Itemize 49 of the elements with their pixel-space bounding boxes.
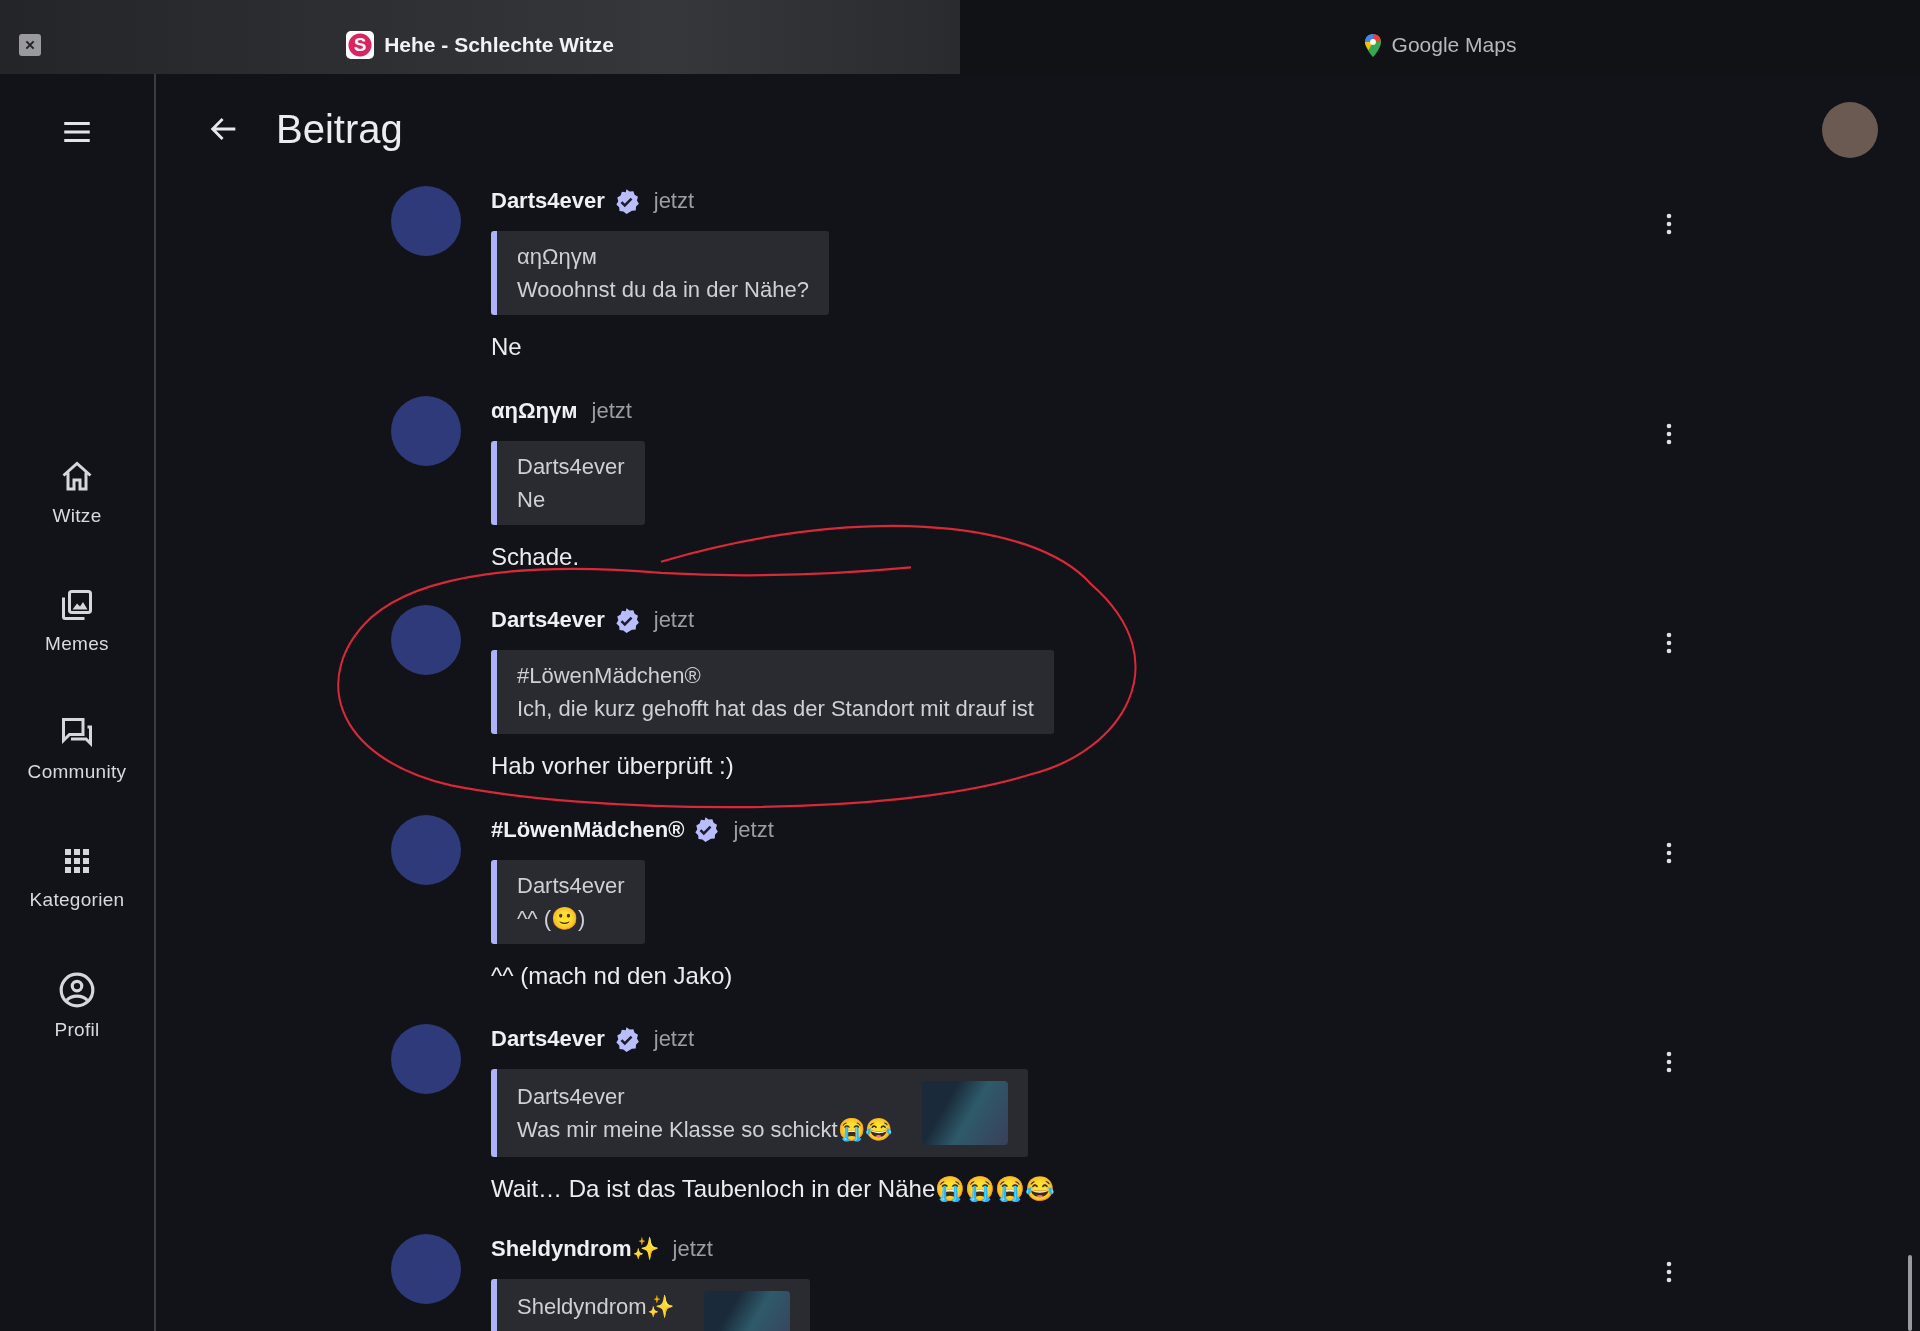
post-time: jetzt [733, 816, 774, 843]
post-time: jetzt [653, 607, 695, 633]
quote-author: αηΩηγм [517, 243, 598, 270]
quoted-message[interactable]: Darts4ever Was mir meine Klasse so schickt😭😂 [491, 1069, 1028, 1157]
profile-icon [58, 971, 96, 1009]
quote-author: #LöwenMädchen® [517, 662, 702, 689]
message-text: Hab vorher überprüft :) [491, 752, 735, 780]
user-avatar[interactable] [1822, 102, 1878, 158]
message-text: Ne [491, 333, 523, 361]
browser-tab[interactable]: Google Maps [960, 0, 1920, 74]
nav-item[interactable]: Profil [2, 971, 152, 1041]
nav-item[interactable]: Witze [2, 459, 152, 527]
message-text: Wait… Da ist das Taubenloch in der Nähe😭😭😭😂 [491, 1175, 1057, 1203]
close-icon[interactable] [19, 34, 41, 56]
author-name[interactable]: αηΩηγм [491, 397, 578, 424]
quote-text: ^^ (🙂) [517, 904, 587, 932]
quote-author: Sheldyndrom✨ [517, 1292, 674, 1320]
author-name[interactable]: Darts4ever [491, 607, 605, 633]
quote-author: Darts4ever [517, 871, 625, 899]
images-icon [59, 587, 95, 623]
author-name[interactable]: Darts4ever [491, 188, 605, 214]
quoted-message[interactable]: #LöwenMädchen® Ich, die kurz gehofft hat das der Standort mit drauf ist [491, 650, 1054, 734]
quote-text: Was mir meine Klasse so schickt😭😂 [517, 1116, 892, 1143]
post-time: jetzt [653, 188, 695, 214]
message-text: Schade. [491, 542, 581, 571]
post-time: jetzt [672, 1235, 713, 1262]
quote-text: Ich, die kurz gehofft hat das der Standort mit drauf ist [517, 695, 1034, 722]
nav-item[interactable]: Community [2, 715, 152, 783]
author-name[interactable]: Darts4ever [491, 1026, 605, 1052]
app-icon: S [346, 31, 375, 59]
scrollbar-thumb[interactable] [1908, 1255, 1912, 1331]
post-time: jetzt [653, 1026, 695, 1052]
author-name[interactable]: Sheldyndrom✨ [491, 1235, 659, 1262]
post-time: jetzt [591, 397, 632, 424]
browser-tab[interactable]: S Hehe - Schlechte Witze [0, 0, 960, 74]
quoted-message[interactable]: Darts4ever ^^ (🙂) [491, 859, 645, 944]
nav-item[interactable]: Kategorien [2, 843, 152, 911]
quote-author: Darts4ever [517, 452, 625, 480]
quote-text: Wooohnst du da in der Nähe? [517, 276, 809, 303]
quoted-message[interactable]: Darts4ever Ne [491, 440, 645, 525]
quoted-message[interactable]: αηΩηγм Wooohnst du da in der Nähe? [491, 231, 829, 315]
page-title: Beitrag [276, 106, 403, 152]
author-name[interactable]: #LöwenMädchen® [491, 816, 685, 843]
quote-text: Ne [517, 485, 547, 513]
quote-author: Darts4ever [517, 1083, 626, 1110]
nav-item[interactable]: Memes [2, 587, 152, 655]
message-text: ^^ (mach nd den Jako) [491, 961, 734, 990]
quoted-message[interactable]: Sheldyndrom✨ [491, 1278, 810, 1331]
map-pin-icon [1363, 32, 1382, 58]
